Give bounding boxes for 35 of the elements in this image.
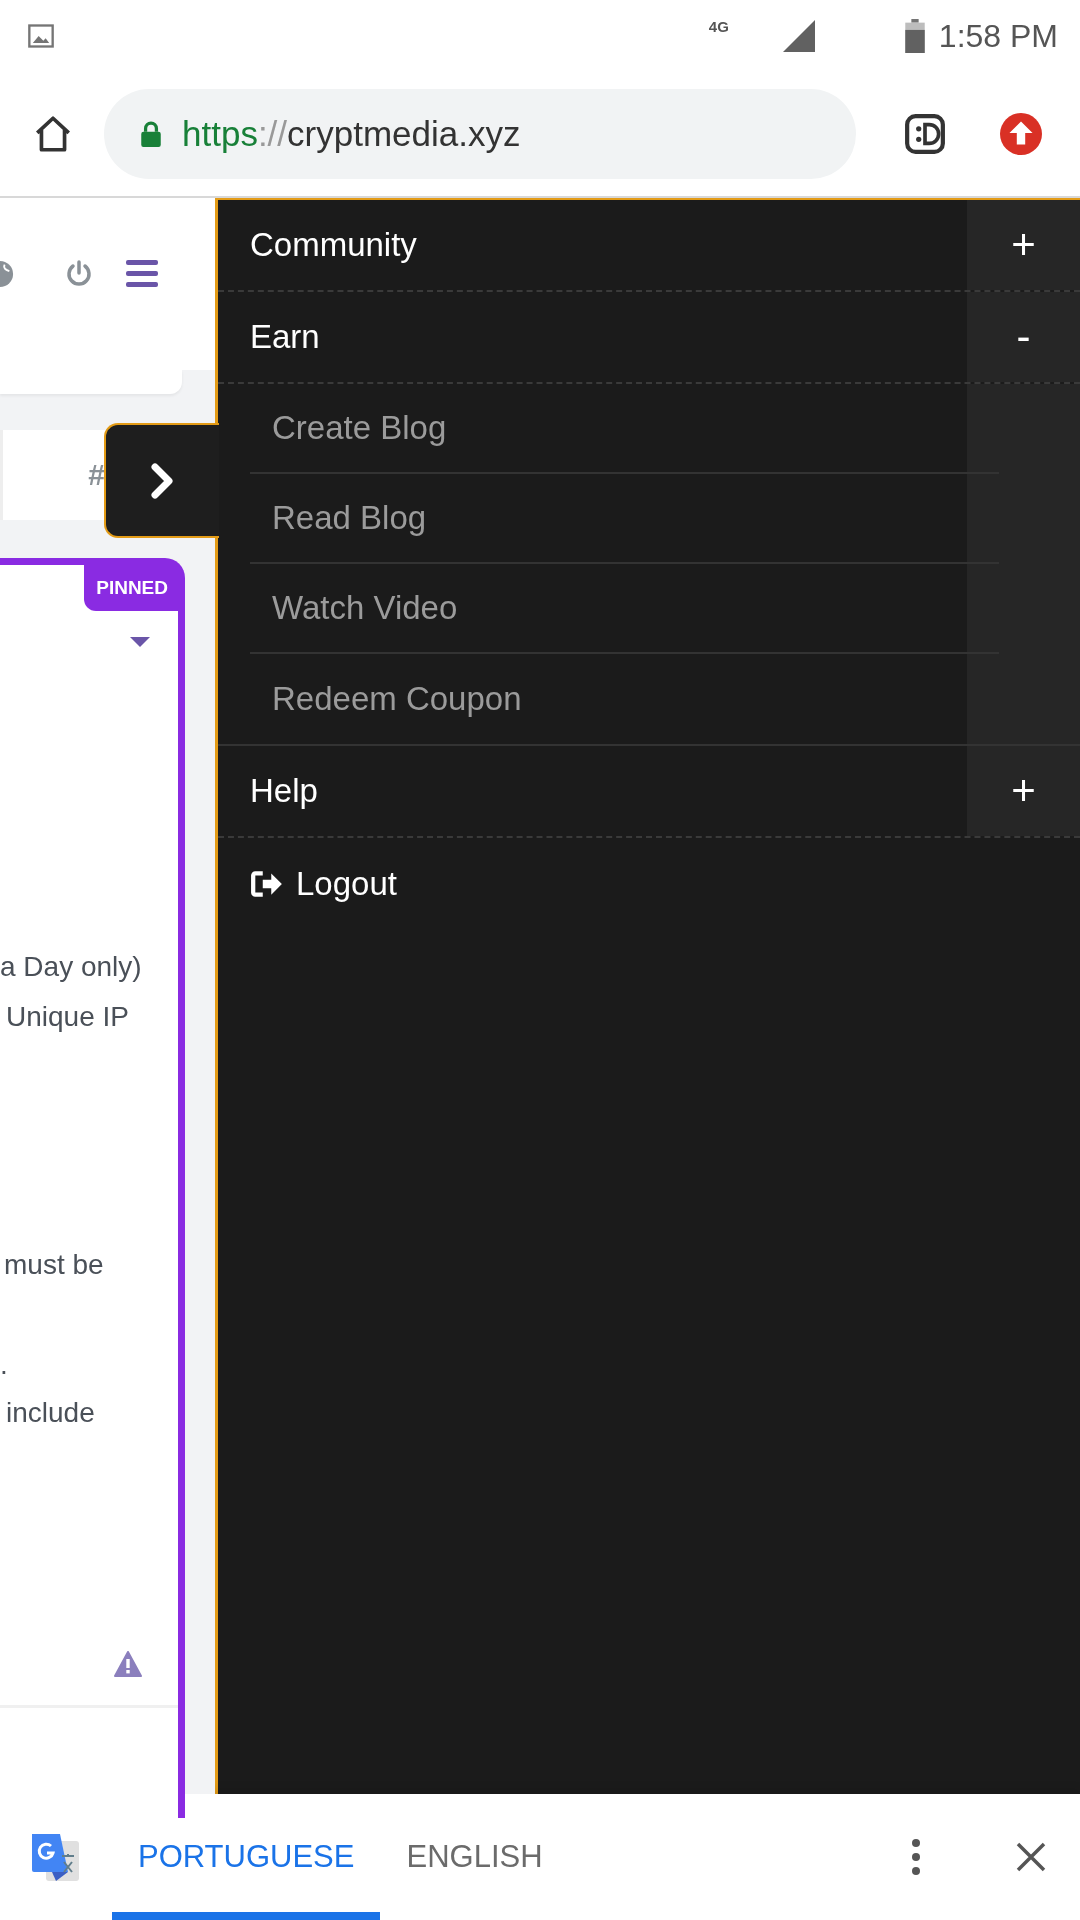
translate-icon[interactable] xyxy=(30,1832,80,1882)
upload-icon[interactable] xyxy=(1000,113,1042,155)
language-tab[interactable]: PORTUGUESE xyxy=(112,1794,381,1920)
expand-toggle[interactable]: - xyxy=(967,292,1080,382)
network-type: 4G xyxy=(708,17,729,35)
language-tab[interactable]: ENGLISH xyxy=(380,1794,569,1920)
logout-icon xyxy=(250,870,284,898)
body-text: . xyxy=(0,1348,8,1382)
menu-icon[interactable] xyxy=(126,260,158,288)
pinned-badge: PINNED xyxy=(84,565,178,611)
image-icon xyxy=(26,22,56,50)
logout-link[interactable]: Logout xyxy=(218,838,1080,930)
close-icon[interactable] xyxy=(1016,1842,1046,1872)
chevron-right-icon xyxy=(150,462,175,499)
emoji-extension-icon[interactable] xyxy=(904,113,946,155)
warning-icon[interactable] xyxy=(114,1651,142,1677)
clock: 1:58 PM xyxy=(938,17,1058,55)
body-text: must be xyxy=(4,1248,104,1282)
caret-icon[interactable] xyxy=(130,637,150,647)
body-text: a Day only) xyxy=(0,950,142,984)
expand-toggle[interactable]: + xyxy=(967,746,1080,836)
more-icon[interactable] xyxy=(912,1839,920,1875)
signal-icon xyxy=(782,20,815,52)
menu-item[interactable]: Earn - xyxy=(218,292,1080,384)
address-field[interactable]: https://cryptmedia.xyz xyxy=(104,89,856,179)
expand-toggle[interactable]: + xyxy=(967,200,1080,290)
submenu-item[interactable]: Redeem Coupon xyxy=(250,654,999,744)
drawer-toggle[interactable] xyxy=(104,423,219,538)
battery-icon xyxy=(904,19,925,53)
body-text: include xyxy=(6,1396,95,1430)
lock-icon xyxy=(140,121,162,147)
body-text: Unique IP xyxy=(6,1000,129,1034)
power-icon[interactable] xyxy=(64,259,94,289)
menu-item[interactable]: Help + xyxy=(218,746,1080,838)
menu-item[interactable]: Community + xyxy=(218,200,1080,292)
